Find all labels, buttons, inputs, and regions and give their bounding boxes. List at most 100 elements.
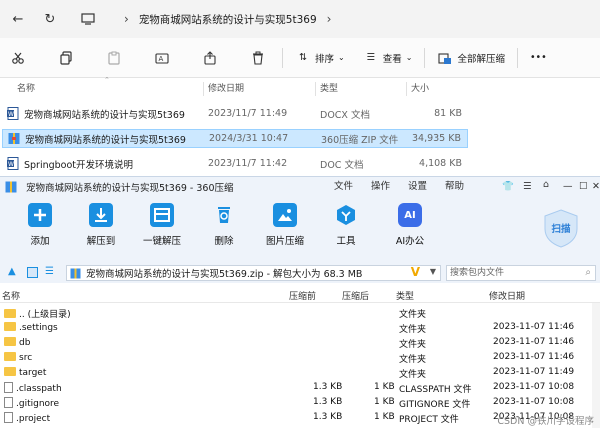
zip-icon [8, 132, 20, 145]
zip-row[interactable]: target 文件夹 2023-11-07 11:49 [0, 366, 600, 381]
file-row[interactable]: W Springboot开发环境说明 2023/11/7 11:42 DOC 文档… [2, 154, 468, 173]
search-input[interactable]: 搜索包内文件 ⌕ [446, 265, 596, 281]
dropdown-arrow-icon[interactable]: ▼ [430, 267, 436, 276]
scan-button[interactable]: 扫描 [540, 207, 582, 249]
column-date[interactable]: 修改日期 [208, 78, 244, 100]
ai-office-button[interactable]: AI AI办公 [382, 203, 438, 247]
file-icon [4, 412, 13, 423]
monitor-icon[interactable] [76, 7, 100, 31]
tools-button[interactable]: 工具 [318, 203, 374, 247]
copy-button[interactable] [52, 44, 84, 72]
row-type: 文件夹 [399, 355, 427, 365]
minimize-icon[interactable]: — [563, 177, 573, 197]
home-icon[interactable] [27, 267, 38, 278]
extract-to-button[interactable]: 解压到 [73, 203, 129, 247]
column-name[interactable]: 名称 [17, 78, 35, 100]
zip-icon [70, 268, 81, 279]
divider [406, 82, 407, 96]
delete-button[interactable] [244, 44, 276, 72]
up-arrow-icon[interactable]: ▲ [8, 266, 16, 277]
sort-label: 排序 [315, 53, 335, 65]
share-button[interactable] [196, 44, 228, 72]
menu-icon[interactable]: ☰ [523, 177, 532, 197]
scan-label: 扫描 [551, 224, 571, 235]
chevron-right-icon[interactable]: › [327, 12, 332, 26]
row-before: 1.3 KB [313, 397, 343, 407]
row-type: CLASSPATH 文件 [399, 385, 472, 395]
view-button[interactable]: ☰ 查看 ⌄ [357, 44, 419, 72]
row-date: 2023-11-07 11:49 [493, 367, 575, 377]
maximize-icon[interactable]: ☐ [579, 177, 588, 197]
row-date: 2023-11-07 11:46 [493, 322, 575, 332]
scrollbar[interactable] [592, 303, 600, 428]
extract-icon [437, 50, 453, 66]
ai-office-label: AI办公 [395, 236, 425, 247]
zip-row[interactable]: .. (上级目录) 文件夹 [0, 306, 600, 321]
shirt-icon[interactable]: 👕 [502, 177, 514, 197]
screen: ← ↻ › 宠物商城网站系统的设计与实现5t369 › A ⇅ 排序 ⌄ ☰ 查… [0, 0, 600, 431]
add-icon [28, 203, 52, 227]
sort-button[interactable]: ⇅ 排序 ⌄ [289, 44, 351, 72]
zip-window-title: 宠物商城网站系统的设计与实现5t369 - 360压缩 [26, 183, 234, 194]
row-name: .classpath [16, 384, 62, 394]
close-icon[interactable]: ✕ [592, 177, 600, 197]
paste-button[interactable] [100, 44, 132, 72]
list-view-icon[interactable]: ☰ [45, 266, 54, 277]
refresh-icon[interactable]: ↻ [38, 7, 62, 31]
zip-row[interactable]: .settings 文件夹 2023-11-07 11:46 [0, 321, 600, 336]
delete-button[interactable]: 删除 [196, 203, 252, 247]
row-name: db [19, 338, 31, 348]
more-button[interactable]: ••• [524, 44, 553, 72]
divider [203, 82, 204, 96]
file-type: DOC 文档 [320, 159, 364, 171]
row-after: 1 KB [374, 412, 395, 422]
rename-button[interactable]: A [148, 44, 180, 72]
menu-action[interactable]: 操作 [371, 177, 390, 197]
extract-all-button[interactable]: 全部解压缩 [431, 44, 511, 72]
more-icon: ••• [529, 52, 547, 63]
zip-row[interactable]: .classpath 1.3 KB 1 KB CLASSPATH 文件 2023… [0, 381, 600, 396]
column-type[interactable]: 类型 [396, 289, 414, 302]
row-type: PROJECT 文件 [399, 415, 459, 425]
checkmark-icon[interactable]: V [411, 265, 420, 279]
paste-icon [106, 50, 122, 66]
menu-help[interactable]: 帮助 [445, 177, 464, 197]
column-size[interactable]: 大小 [411, 78, 429, 100]
breadcrumb[interactable]: › 宠物商城网站系统的设计与实现5t369 › [114, 12, 341, 27]
column-type[interactable]: 类型 [320, 78, 338, 100]
help-icon[interactable]: ⌂ [543, 175, 549, 195]
path-field[interactable]: 宠物商城网站系统的设计与实现5t369.zip - 解包大小为 68.3 MB … [66, 265, 441, 281]
one-click-extract-button[interactable]: 一键解压 [134, 203, 190, 247]
menu-settings[interactable]: 设置 [408, 177, 427, 197]
row-type: 文件夹 [399, 310, 427, 320]
breadcrumb-item[interactable]: 宠物商城网站系统的设计与实现5t369 [139, 12, 317, 27]
copy-icon [58, 50, 74, 66]
file-name: 宠物商城网站系统的设计与实现5t369 [24, 109, 185, 121]
back-arrow-icon[interactable]: ← [6, 7, 30, 31]
file-row-selected[interactable]: 宠物商城网站系统的设计与实现5t369 2024/3/31 10:47 360压… [2, 129, 468, 148]
cut-button[interactable] [4, 44, 36, 72]
column-after[interactable]: 压缩后 [342, 289, 369, 302]
view-label: 查看 [382, 53, 402, 65]
file-date: 2024/3/31 10:47 [209, 133, 289, 144]
zip-column-header: 名称 压缩前 压缩后 类型 修改日期 [0, 287, 600, 303]
file-row[interactable]: W 宠物商城网站系统的设计与实现5t369 2023/11/7 11:49 DOC… [2, 104, 468, 123]
zip-row[interactable]: .gitignore 1.3 KB 1 KB GITIGNORE 文件 2023… [0, 396, 600, 411]
menu-file[interactable]: 文件 [334, 177, 353, 197]
row-type: 文件夹 [399, 340, 427, 350]
column-date[interactable]: 修改日期 [489, 289, 525, 302]
column-before[interactable]: 压缩前 [289, 289, 316, 302]
zip-row[interactable]: src 文件夹 2023-11-07 11:46 [0, 351, 600, 366]
image-compress-button[interactable]: 图片压缩 [257, 203, 313, 247]
zip-row[interactable]: db 文件夹 2023-11-07 11:46 [0, 336, 600, 351]
rename-icon: A [154, 50, 170, 66]
file-icon [4, 397, 13, 408]
add-button[interactable]: 添加 [12, 203, 68, 247]
image-compress-icon [273, 203, 297, 227]
extract-all-label: 全部解压缩 [457, 53, 505, 65]
add-label: 添加 [30, 236, 50, 247]
chevron-right-icon: › [124, 12, 129, 26]
column-name[interactable]: 名称 [2, 289, 20, 302]
search-icon[interactable]: ⌕ [585, 266, 591, 280]
zip-toolbar: 添加 解压到 一键解压 删除 图片压缩 工具 AI AI办公 扫描 [0, 197, 600, 263]
